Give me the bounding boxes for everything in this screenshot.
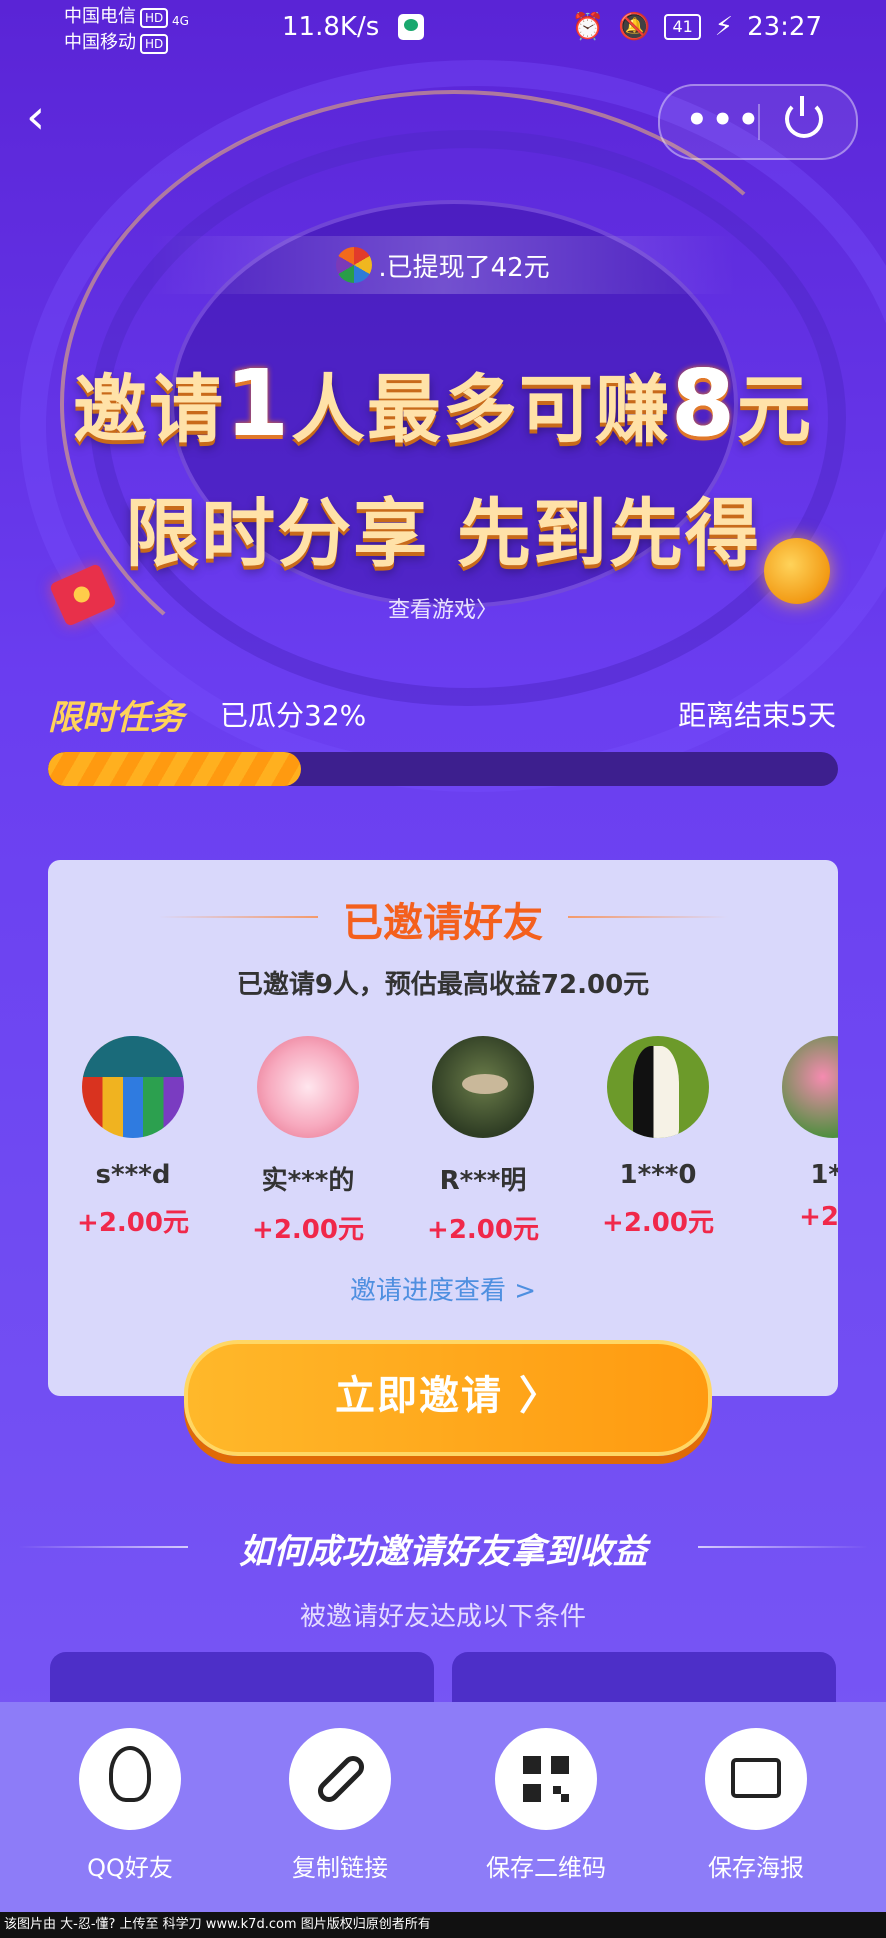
headline-1: 邀请1人最多可赚8元 bbox=[0, 350, 886, 457]
alarm-icon: ⏰ bbox=[571, 12, 605, 42]
network-speed: 11.8K/s bbox=[282, 12, 380, 42]
view-games-link[interactable]: 查看游戏〉 bbox=[0, 592, 886, 624]
invite-now-button[interactable]: 立即邀请 〉 bbox=[184, 1340, 712, 1456]
share-save-qrcode[interactable]: 保存二维码 bbox=[446, 1728, 646, 1883]
charging-icon: ⚡ bbox=[714, 12, 734, 42]
friend-item: 实***的 +2.00元 bbox=[223, 1036, 393, 1246]
headline-text: 元 bbox=[737, 367, 814, 453]
ticker-avatar bbox=[336, 247, 373, 283]
friend-list: s***d +2.00元 实***的 +2.00元 R***明 +2.00元 1… bbox=[48, 1036, 838, 1256]
qq-icon bbox=[109, 1746, 151, 1802]
share-label: 复制链接 bbox=[292, 1854, 388, 1882]
friend-reward: +2.00元 bbox=[252, 1215, 364, 1245]
coin-icon bbox=[764, 538, 830, 604]
app-notification-icon bbox=[398, 14, 424, 40]
avatar bbox=[607, 1036, 709, 1138]
share-qq-button[interactable] bbox=[79, 1728, 181, 1830]
avatar bbox=[257, 1036, 359, 1138]
share-qq[interactable]: QQ好友 bbox=[30, 1728, 230, 1883]
share-sheet: QQ好友 复制链接 保存二维码 保存海报 bbox=[0, 1702, 886, 1912]
hd-badge: HD bbox=[140, 8, 169, 28]
task-end-text: 距离结束5天 bbox=[678, 699, 836, 732]
poster-icon bbox=[731, 1758, 781, 1798]
status-bar: 中国电信 HD 中国移动 HD 4G 11.8K/s ⏰ 🔕 41 ⚡ 23:27 bbox=[0, 0, 886, 60]
share-poster-button[interactable] bbox=[705, 1728, 807, 1830]
friend-item: 1***0 +2.00元 bbox=[573, 1036, 743, 1239]
hd-badge: HD bbox=[140, 34, 169, 54]
withdraw-ticker: .已提现了42元 bbox=[150, 236, 736, 294]
headline-text: 人最多可赚 bbox=[291, 367, 671, 453]
card-title: 已邀请好友 bbox=[48, 890, 838, 948]
hero-banner bbox=[0, 60, 886, 860]
mute-icon: 🔕 bbox=[618, 12, 651, 42]
share-copy-link[interactable]: 复制链接 bbox=[240, 1728, 440, 1883]
invite-progress-link[interactable]: 邀请进度查看 > bbox=[48, 1270, 838, 1307]
capsule-divider bbox=[758, 104, 760, 140]
task-progress-bar bbox=[48, 752, 838, 786]
avatar bbox=[782, 1036, 838, 1138]
headline-number: 8 bbox=[671, 350, 738, 457]
friend-reward: +2.00元 bbox=[77, 1208, 189, 1238]
invite-summary: 已邀请9人，预估最高收益72.00元 bbox=[236, 970, 650, 1000]
mini-program-capsule: ••• bbox=[658, 84, 858, 160]
friend-name: 实***的 bbox=[261, 1166, 355, 1196]
share-label: 保存海报 bbox=[708, 1854, 804, 1882]
task-title: 限时任务 bbox=[48, 698, 184, 738]
invited-friends-card: 已邀请好友 已邀请9人，预估最高收益72.00元 s***d +2.00元 实*… bbox=[48, 860, 838, 1396]
friend-item: R***明 +2.00元 bbox=[398, 1036, 568, 1246]
avatar bbox=[432, 1036, 534, 1138]
friend-reward: +2.00元 bbox=[602, 1208, 714, 1238]
how-to-subtitle: 被邀请好友达成以下条件 bbox=[299, 1602, 586, 1632]
share-link-button[interactable] bbox=[289, 1728, 391, 1830]
headline-text: 邀请 bbox=[72, 367, 225, 453]
battery-icon: 41 bbox=[664, 14, 701, 40]
avatar bbox=[82, 1036, 184, 1138]
share-label: QQ好友 bbox=[87, 1854, 173, 1882]
friend-name: R***明 bbox=[439, 1166, 527, 1196]
more-button[interactable]: ••• bbox=[686, 100, 763, 140]
carrier-1: 中国电信 bbox=[64, 6, 136, 27]
chevron-left-icon: ‹ bbox=[26, 89, 46, 145]
headline-2: 限时分享 先到先得 bbox=[125, 491, 761, 577]
headline-number: 1 bbox=[224, 350, 291, 457]
friend-name: 1** bbox=[810, 1160, 838, 1190]
carrier-2: 中国移动 bbox=[64, 32, 136, 53]
friend-item: 1** +2.0 bbox=[748, 1036, 838, 1232]
ticker-text: .已提现了42元 bbox=[378, 252, 550, 283]
clock: 23:27 bbox=[747, 12, 822, 42]
link-icon bbox=[313, 1751, 369, 1807]
friend-name: 1***0 bbox=[619, 1160, 697, 1190]
signal-icon: 4G bbox=[172, 14, 189, 28]
friend-reward: +2.0 bbox=[799, 1202, 838, 1232]
task-progress-fill bbox=[48, 752, 301, 786]
carrier-info: 中国电信 HD 中国移动 HD bbox=[64, 4, 169, 56]
qrcode-icon bbox=[523, 1756, 569, 1802]
friend-reward: +2.00元 bbox=[427, 1215, 539, 1245]
task-share-text: 已瓜分32% bbox=[220, 699, 367, 732]
friend-name: s***d bbox=[95, 1160, 171, 1190]
how-to-title: 如何成功邀请好友拿到收益 bbox=[0, 1524, 886, 1573]
share-qrcode-button[interactable] bbox=[495, 1728, 597, 1830]
share-save-poster[interactable]: 保存海报 bbox=[656, 1728, 856, 1883]
watermark-footer: 该图片由 大-忍-懂? 上传至 科学刀 www.k7d.com 图片版权归原创者… bbox=[0, 1912, 886, 1938]
status-right: ⏰ 🔕 41 ⚡ 23:27 bbox=[572, 12, 822, 42]
friend-item: s***d +2.00元 bbox=[48, 1036, 218, 1239]
share-label: 保存二维码 bbox=[486, 1854, 606, 1882]
power-icon[interactable] bbox=[785, 96, 823, 138]
back-button[interactable]: ‹ bbox=[26, 92, 76, 142]
